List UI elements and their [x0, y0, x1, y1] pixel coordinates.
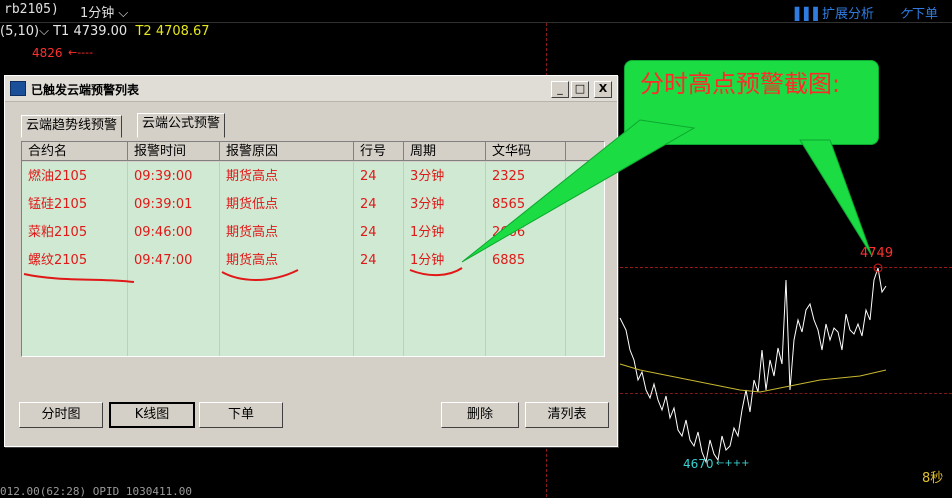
status-readout: 012.00(62:28) OPID 1030411.00	[0, 485, 193, 498]
table-row[interactable]: 螺纹2105 09:47:00 期货高点 24 1分钟 6885	[22, 247, 604, 275]
line-no-cell: 24	[360, 253, 377, 268]
line-no-cell: 24	[360, 197, 377, 212]
place-order-button[interactable]: 下单	[199, 402, 283, 428]
code-cell: 6885	[492, 253, 526, 268]
contract-cell: 菜粕2105	[28, 225, 88, 240]
t1-value: T1 4739.00	[53, 24, 128, 39]
minimize-button[interactable]: _	[551, 81, 569, 98]
t2-value: T2 4708.67	[135, 24, 210, 39]
bar-chart-icon: ▐▐▐	[790, 7, 818, 21]
contract-cell: 螺纹2105	[28, 253, 88, 268]
reason-cell: 期货低点	[226, 197, 279, 212]
period-cell: 1分钟	[410, 253, 445, 268]
price-chart	[619, 263, 887, 464]
period-cell: 3分钟	[410, 197, 445, 212]
period-label: 1分钟	[80, 6, 115, 21]
contract-cell: 锰硅2105	[28, 197, 88, 212]
callout-pointer-right	[799, 139, 873, 257]
annotation-text: 分时高点预警截图:	[640, 70, 841, 98]
column-header[interactable]: 周期	[404, 142, 486, 161]
peak-price-label: 4749	[860, 246, 894, 261]
line-no-cell: 24	[360, 225, 377, 240]
column-header[interactable]: 合约名	[22, 142, 128, 161]
table-row[interactable]: 锰硅2105 09:39:01 期货低点 24 3分钟 8565	[22, 191, 604, 219]
code-cell: 2325	[492, 169, 526, 184]
delete-button[interactable]: 删除	[441, 402, 519, 428]
line-no-cell: 24	[360, 169, 377, 184]
window-icon	[10, 81, 26, 96]
reason-cell: 期货高点	[226, 225, 279, 240]
table-header: 合约名 报警时间 报警原因 行号 周期 文华码	[22, 142, 604, 162]
left-arrow-icon: ←+++	[716, 458, 750, 469]
kline-chart-button[interactable]: K线图	[109, 402, 195, 428]
tab-trendline-alerts[interactable]: 云端趋势线预警	[21, 115, 123, 138]
ma-params[interactable]: (5,10)	[0, 24, 39, 39]
reason-cell: 期货高点	[226, 169, 279, 184]
indicator-line: (5,10)⌵ T1 4739.00 T2 4708.67	[0, 24, 210, 39]
alert-table: 合约名 报警时间 报警原因 行号 周期 文华码 燃油2105 09:39:00 …	[21, 141, 605, 357]
column-header[interactable]: 行号	[354, 142, 404, 161]
price-line	[619, 267, 887, 464]
contract-cell: 燃油2105	[28, 169, 88, 184]
time-cell: 09:46:00	[134, 225, 193, 240]
reason-cell: 期货高点	[226, 253, 279, 268]
countdown-label: 8秒	[922, 471, 944, 486]
code-cell: 2666	[492, 225, 526, 240]
table-row[interactable]: 燃油2105 09:39:00 期货高点 24 3分钟 2325	[22, 163, 604, 191]
column-header-filler	[566, 142, 604, 161]
order-link-label: 下单	[911, 7, 938, 22]
period-cell: 3分钟	[410, 169, 445, 184]
order-icon: ケ	[898, 7, 912, 22]
dialog-titlebar[interactable]: 已触发云端预警列表 _ □ X	[5, 76, 617, 102]
column-header[interactable]: 报警时间	[128, 142, 220, 161]
maximize-button[interactable]: □	[571, 81, 589, 98]
extended-analysis-label: 扩展分析	[821, 7, 874, 22]
time-cell: 09:39:01	[134, 197, 193, 212]
header-divider	[0, 22, 952, 23]
left-arrow-icon: ←----	[68, 46, 94, 59]
time-cell: 09:47:00	[134, 253, 193, 268]
dialog-title: 已触发云端预警列表	[31, 83, 140, 97]
period-cell: 1分钟	[410, 225, 445, 240]
low-price-label: 4670	[683, 457, 714, 471]
high-price-label: 4826	[32, 46, 63, 60]
timeshare-chart-button[interactable]: 分时图	[19, 402, 103, 428]
extended-analysis-button[interactable]: ▐▐▐ 扩展分析	[790, 3, 874, 22]
table-row[interactable]: 菜粕2105 09:46:00 期货高点 24 1分钟 2666	[22, 219, 604, 247]
column-header[interactable]: 报警原因	[220, 142, 354, 161]
chevron-down-icon: ⌵	[114, 6, 129, 21]
code-cell: 8565	[492, 197, 526, 212]
chevron-down-icon: ⌵	[39, 24, 54, 39]
close-button[interactable]: X	[594, 81, 612, 98]
symbol-label: rb2105)	[4, 2, 59, 17]
time-cell: 09:39:00	[134, 169, 193, 184]
clear-list-button[interactable]: 清列表	[525, 402, 609, 428]
chart-header: rb2105) 1分钟 ⌵ ▐▐▐ 扩展分析 ケ下单	[0, 0, 952, 22]
tab-formula-alerts[interactable]: 云端公式预警	[137, 113, 226, 138]
column-header[interactable]: 文华码	[486, 142, 566, 161]
period-selector[interactable]: 1分钟 ⌵	[80, 2, 128, 21]
order-link[interactable]: ケ下单	[899, 3, 938, 22]
alert-list-dialog: 已触发云端预警列表 _ □ X 云端趋势线预警 云端公式预警 合约名 报警时间 …	[4, 75, 618, 447]
